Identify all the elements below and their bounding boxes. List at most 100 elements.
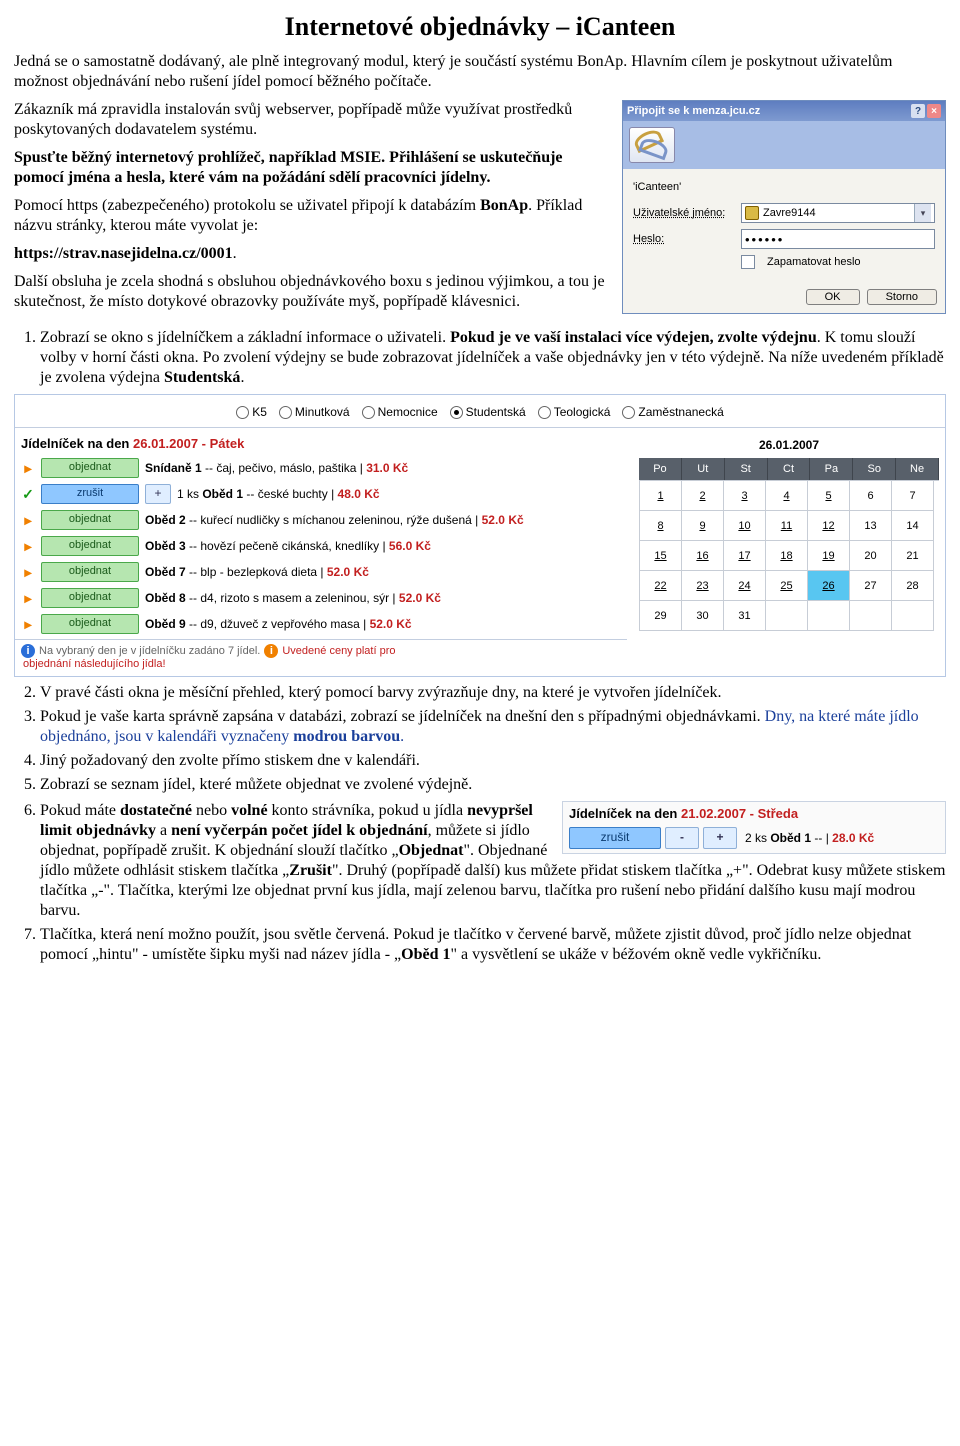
username-field[interactable]: Zavre9144 ▾	[741, 203, 935, 223]
cal-day[interactable]: 6	[850, 481, 892, 511]
meal-desc: Oběd 7 -- blp - bezlepková dieta | 52.0 …	[145, 565, 621, 579]
cal-day[interactable]: 13	[850, 511, 892, 541]
order-button[interactable]: objednat	[41, 536, 139, 556]
cal-day[interactable]: 25	[766, 571, 808, 601]
cal-day[interactable]: 22	[640, 571, 682, 601]
radio-icon[interactable]	[279, 406, 292, 419]
cal-day[interactable]: 14	[892, 511, 934, 541]
info-icon: i	[21, 644, 35, 658]
cal-day[interactable]: 8	[640, 511, 682, 541]
cal-day[interactable]: 2	[682, 481, 724, 511]
menu-row: ▸objednatOběd 3 -- hovězí pečeně cikánsk…	[21, 535, 621, 557]
cal-day[interactable]: 17	[724, 541, 766, 571]
meal-desc: Snídaně 1 -- čaj, pečivo, máslo, paštika…	[145, 461, 621, 475]
cal-dayhead: Ct	[768, 458, 811, 480]
storno-button[interactable]: Storno	[867, 289, 937, 305]
cal-day	[766, 601, 808, 631]
snippet-plus-button[interactable]: +	[703, 827, 737, 849]
cal-day[interactable]: 18	[766, 541, 808, 571]
meal-desc: Oběd 8 -- d4, rizoto s masem a zeleninou…	[145, 591, 621, 605]
radio-icon[interactable]	[362, 406, 375, 419]
menu-date: Jídelníček na den 26.01.2007 - Pátek	[21, 436, 621, 451]
login-titlebar: Připojit se k menza.jcu.cz ? ×	[623, 101, 945, 121]
panel-footer: i Na vybraný den je v jídelníčku zadáno …	[21, 644, 621, 658]
cancel-button[interactable]: zrušit	[41, 484, 139, 504]
dispenser-minutková[interactable]: Minutková	[279, 405, 350, 419]
cal-day[interactable]: 24	[724, 571, 766, 601]
cal-day[interactable]: 7	[892, 481, 934, 511]
cal-day[interactable]: 27	[850, 571, 892, 601]
cal-day[interactable]: 28	[892, 571, 934, 601]
menu-row: ▸objednatOběd 2 -- kuřecí nudličky s míc…	[21, 509, 621, 531]
dispenser-k5[interactable]: K5	[236, 405, 267, 419]
cal-day	[808, 601, 850, 631]
plus-button[interactable]: +	[145, 484, 171, 504]
cal-day[interactable]: 3	[724, 481, 766, 511]
step-3: Pokud je vaše karta správně zapsána v da…	[40, 707, 946, 747]
snippet-text: 2 ks Oběd 1 -- | 28.0 Kč	[745, 831, 874, 845]
keys-icon	[629, 127, 675, 163]
menu-column: Jídelníček na den 26.01.2007 - Pátek ▸ob…	[21, 430, 621, 670]
menu-row: ▸ objednat Oběd 7 -- blp - bezlepková diet…	[21, 561, 621, 583]
dispenser-nemocnice[interactable]: Nemocnice	[362, 405, 438, 419]
dispenser-zaměstnanecká[interactable]: Zaměstnanecká	[622, 405, 723, 419]
snippet-minus-button[interactable]: -	[665, 827, 699, 849]
radio-icon[interactable]	[236, 406, 249, 419]
cal-day[interactable]: 11	[766, 511, 808, 541]
cal-day[interactable]: 5	[808, 481, 850, 511]
order-button[interactable]: objednat	[41, 458, 139, 478]
dispenser-teologická[interactable]: Teologická	[538, 405, 611, 419]
cal-day[interactable]: 31	[724, 601, 766, 631]
cal-day[interactable]: 20	[850, 541, 892, 571]
cal-day[interactable]: 4	[766, 481, 808, 511]
cal-day[interactable]: 30	[682, 601, 724, 631]
cal-day[interactable]: 9	[682, 511, 724, 541]
cal-day[interactable]: 12	[808, 511, 850, 541]
cal-day[interactable]: 21	[892, 541, 934, 571]
cal-day[interactable]: 26	[808, 571, 850, 601]
cal-day[interactable]: 16	[682, 541, 724, 571]
menu-row: ▸ objednat Snídaně 1 -- čaj, pečivo, máslo…	[21, 457, 621, 479]
radio-icon[interactable]	[450, 406, 463, 419]
dispenser-studentská[interactable]: Studentská	[450, 405, 526, 419]
snippet-cancel-button[interactable]: zrušit	[569, 827, 661, 849]
help-icon[interactable]: ?	[911, 104, 925, 118]
close-icon[interactable]: ×	[927, 104, 941, 118]
order-button[interactable]: objednat	[41, 588, 139, 608]
menu-row: ✓zrušit+1 ks Oběd 1 -- české buchty | 48…	[21, 483, 621, 505]
ok-button[interactable]: OK	[806, 289, 860, 305]
meal-desc: Oběd 9 -- d9, džuveč z vepřového masa | …	[145, 617, 621, 631]
cal-dayhead: St	[725, 458, 768, 480]
cal-day[interactable]: 29	[640, 601, 682, 631]
arrow-icon: ▸	[21, 591, 35, 605]
info-orange-icon: i	[264, 644, 278, 658]
menu-row: ▸ objednat Oběd 8 -- d4, rizoto s masem a …	[21, 587, 621, 609]
arrow-icon: ▸	[21, 461, 35, 475]
password-field[interactable]: ••••••	[741, 229, 935, 249]
chevron-down-icon[interactable]: ▾	[914, 204, 931, 222]
order-button[interactable]: objednat	[41, 614, 139, 634]
order-snippet: Jídelníček na den 21.02.2007 - Středa zr…	[562, 801, 946, 854]
user-icon	[745, 206, 759, 220]
order-button[interactable]: objednat	[41, 562, 139, 582]
arrow-icon: ▸	[21, 565, 35, 579]
cal-day[interactable]: 10	[724, 511, 766, 541]
cal-dayhead: Po	[639, 458, 682, 480]
radio-icon[interactable]	[622, 406, 635, 419]
calendar-date: 26.01.2007	[639, 438, 939, 452]
step-4: Jiný požadovaný den zvolte přímo stiskem…	[40, 751, 946, 771]
remember-checkbox[interactable]	[741, 255, 755, 269]
arrow-icon: ▸	[21, 617, 35, 631]
password-value: ••••••	[745, 233, 784, 246]
snippet-date: Jídelníček na den 21.02.2007 - Středa	[569, 806, 939, 821]
remember-label: Zapamatovat heslo	[767, 256, 861, 268]
radio-icon[interactable]	[538, 406, 551, 419]
arrow-icon: ▸	[21, 539, 35, 553]
cal-day[interactable]: 15	[640, 541, 682, 571]
login-realm: 'iCanteen'	[633, 181, 935, 193]
cal-day[interactable]: 23	[682, 571, 724, 601]
cal-day[interactable]: 1	[640, 481, 682, 511]
cal-dayhead: So	[853, 458, 896, 480]
cal-day[interactable]: 19	[808, 541, 850, 571]
order-button[interactable]: objednat	[41, 510, 139, 530]
